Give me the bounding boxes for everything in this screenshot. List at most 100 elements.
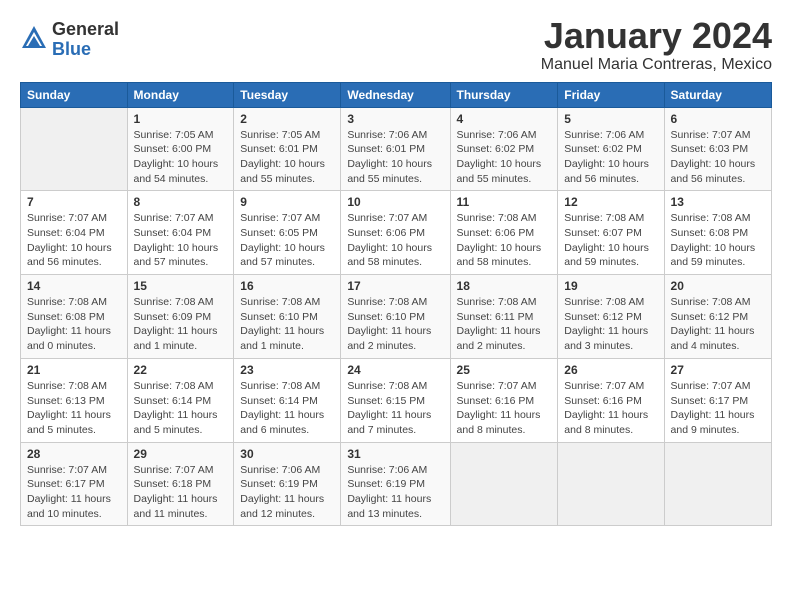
- day-number: 8: [134, 195, 228, 209]
- day-info: Sunrise: 7:07 AM Sunset: 6:17 PM Dayligh…: [27, 463, 121, 522]
- day-number: 10: [347, 195, 443, 209]
- title-area: January 2024 Manuel Maria Contreras, Mex…: [541, 16, 772, 74]
- day-info: Sunrise: 7:08 AM Sunset: 6:12 PM Dayligh…: [564, 295, 657, 354]
- day-cell: 1 Sunrise: 7:05 AM Sunset: 6:00 PM Daylig…: [127, 107, 234, 191]
- day-cell: [664, 442, 771, 526]
- day-info: Sunrise: 7:08 AM Sunset: 6:09 PM Dayligh…: [134, 295, 228, 354]
- day-cell: 26Sunrise: 7:07 AM Sunset: 6:16 PM Dayli…: [558, 358, 664, 442]
- header-day: Friday: [558, 82, 664, 107]
- day-info: Sunrise: 7:05 AM Sunset: 6:00 PM Dayligh…: [134, 128, 228, 187]
- day-info: Sunrise: 7:07 AM Sunset: 6:04 PM Dayligh…: [27, 211, 121, 270]
- logo: General Blue: [20, 20, 119, 60]
- day-number: 19: [564, 279, 657, 293]
- day-number: 1: [134, 112, 228, 126]
- day-cell: 23 Sunrise: 7:08 AM Sunset: 6:14 PM Dayli…: [234, 358, 341, 442]
- day-info: Sunrise: 7:08 AM Sunset: 6:11 PM Dayligh…: [457, 295, 552, 354]
- day-cell: 20 Sunrise: 7:08 AM Sunset: 6:12 PM Dayli…: [664, 275, 771, 359]
- day-number: 29: [134, 447, 228, 461]
- day-number: 6: [671, 112, 765, 126]
- day-info: Sunrise: 7:08 AM Sunset: 6:12 PM Dayligh…: [671, 295, 765, 354]
- day-cell: 15Sunrise: 7:08 AM Sunset: 6:09 PM Dayli…: [127, 275, 234, 359]
- day-number: 18: [457, 279, 552, 293]
- day-number: 9: [240, 195, 334, 209]
- day-info: Sunrise: 7:06 AM Sunset: 6:02 PM Dayligh…: [564, 128, 657, 187]
- page: General Blue January 2024 Manuel Maria C…: [0, 0, 792, 612]
- day-number: 31: [347, 447, 443, 461]
- week-row: 7 Sunrise: 7:07 AM Sunset: 6:04 PM Daylig…: [21, 191, 772, 275]
- day-cell: 7 Sunrise: 7:07 AM Sunset: 6:04 PM Daylig…: [21, 191, 128, 275]
- day-cell: 24 Sunrise: 7:08 AM Sunset: 6:15 PM Dayli…: [341, 358, 450, 442]
- day-cell: 3Sunrise: 7:06 AM Sunset: 6:01 PM Daylig…: [341, 107, 450, 191]
- day-number: 17: [347, 279, 443, 293]
- day-number: 25: [457, 363, 552, 377]
- day-info: Sunrise: 7:08 AM Sunset: 6:10 PM Dayligh…: [240, 295, 334, 354]
- location-title: Manuel Maria Contreras, Mexico: [541, 56, 772, 74]
- week-row: 21Sunrise: 7:08 AM Sunset: 6:13 PM Dayli…: [21, 358, 772, 442]
- day-number: 24: [347, 363, 443, 377]
- day-info: Sunrise: 7:07 AM Sunset: 6:06 PM Dayligh…: [347, 211, 443, 270]
- day-info: Sunrise: 7:08 AM Sunset: 6:13 PM Dayligh…: [27, 379, 121, 438]
- day-info: Sunrise: 7:08 AM Sunset: 6:08 PM Dayligh…: [27, 295, 121, 354]
- day-number: 26: [564, 363, 657, 377]
- day-cell: 27 Sunrise: 7:07 AM Sunset: 6:17 PM Dayli…: [664, 358, 771, 442]
- day-info: Sunrise: 7:08 AM Sunset: 6:08 PM Dayligh…: [671, 211, 765, 270]
- header-day: Wednesday: [341, 82, 450, 107]
- day-info: Sunrise: 7:08 AM Sunset: 6:07 PM Dayligh…: [564, 211, 657, 270]
- day-number: 2: [240, 112, 334, 126]
- day-cell: [558, 442, 664, 526]
- day-cell: 4 Sunrise: 7:06 AM Sunset: 6:02 PM Daylig…: [450, 107, 558, 191]
- day-cell: 8 Sunrise: 7:07 AM Sunset: 6:04 PM Daylig…: [127, 191, 234, 275]
- header-row: SundayMondayTuesdayWednesdayThursdayFrid…: [21, 82, 772, 107]
- day-number: 22: [134, 363, 228, 377]
- day-cell: 28 Sunrise: 7:07 AM Sunset: 6:17 PM Dayli…: [21, 442, 128, 526]
- day-info: Sunrise: 7:06 AM Sunset: 6:19 PM Dayligh…: [240, 463, 334, 522]
- day-number: 27: [671, 363, 765, 377]
- header-day: Tuesday: [234, 82, 341, 107]
- logo-text: General Blue: [52, 20, 119, 60]
- day-number: 4: [457, 112, 552, 126]
- day-info: Sunrise: 7:08 AM Sunset: 6:14 PM Dayligh…: [240, 379, 334, 438]
- day-number: 7: [27, 195, 121, 209]
- day-info: Sunrise: 7:06 AM Sunset: 6:19 PM Dayligh…: [347, 463, 443, 522]
- day-cell: 16Sunrise: 7:08 AM Sunset: 6:10 PM Dayli…: [234, 275, 341, 359]
- day-number: 23: [240, 363, 334, 377]
- logo-icon: [20, 24, 48, 52]
- day-cell: 9 Sunrise: 7:07 AM Sunset: 6:05 PM Daylig…: [234, 191, 341, 275]
- day-number: 20: [671, 279, 765, 293]
- day-info: Sunrise: 7:06 AM Sunset: 6:02 PM Dayligh…: [457, 128, 552, 187]
- day-number: 28: [27, 447, 121, 461]
- day-number: 14: [27, 279, 121, 293]
- day-cell: 29Sunrise: 7:07 AM Sunset: 6:18 PM Dayli…: [127, 442, 234, 526]
- day-cell: 18 Sunrise: 7:08 AM Sunset: 6:11 PM Dayli…: [450, 275, 558, 359]
- day-cell: 31 Sunrise: 7:06 AM Sunset: 6:19 PM Dayli…: [341, 442, 450, 526]
- day-cell: 19 Sunrise: 7:08 AM Sunset: 6:12 PM Dayli…: [558, 275, 664, 359]
- day-number: 11: [457, 195, 552, 209]
- month-title: January 2024: [541, 16, 772, 56]
- day-number: 13: [671, 195, 765, 209]
- week-row: 14 Sunrise: 7:08 AM Sunset: 6:08 PM Dayli…: [21, 275, 772, 359]
- day-info: Sunrise: 7:08 AM Sunset: 6:15 PM Dayligh…: [347, 379, 443, 438]
- day-cell: 11 Sunrise: 7:08 AM Sunset: 6:06 PM Dayli…: [450, 191, 558, 275]
- header-day: Thursday: [450, 82, 558, 107]
- day-cell: 25 Sunrise: 7:07 AM Sunset: 6:16 PM Dayli…: [450, 358, 558, 442]
- logo-general: General: [52, 20, 119, 40]
- week-row: 1 Sunrise: 7:05 AM Sunset: 6:00 PM Daylig…: [21, 107, 772, 191]
- header: General Blue January 2024 Manuel Maria C…: [20, 16, 772, 74]
- day-cell: 30Sunrise: 7:06 AM Sunset: 6:19 PM Dayli…: [234, 442, 341, 526]
- day-info: Sunrise: 7:08 AM Sunset: 6:10 PM Dayligh…: [347, 295, 443, 354]
- day-number: 3: [347, 112, 443, 126]
- day-info: Sunrise: 7:07 AM Sunset: 6:16 PM Dayligh…: [457, 379, 552, 438]
- day-info: Sunrise: 7:08 AM Sunset: 6:14 PM Dayligh…: [134, 379, 228, 438]
- day-cell: 21Sunrise: 7:08 AM Sunset: 6:13 PM Dayli…: [21, 358, 128, 442]
- day-info: Sunrise: 7:07 AM Sunset: 6:04 PM Dayligh…: [134, 211, 228, 270]
- day-cell: [21, 107, 128, 191]
- day-cell: 5Sunrise: 7:06 AM Sunset: 6:02 PM Daylig…: [558, 107, 664, 191]
- day-cell: 22 Sunrise: 7:08 AM Sunset: 6:14 PM Dayli…: [127, 358, 234, 442]
- day-cell: 2 Sunrise: 7:05 AM Sunset: 6:01 PM Daylig…: [234, 107, 341, 191]
- day-cell: 12Sunrise: 7:08 AM Sunset: 6:07 PM Dayli…: [558, 191, 664, 275]
- day-cell: 13 Sunrise: 7:08 AM Sunset: 6:08 PM Dayli…: [664, 191, 771, 275]
- day-info: Sunrise: 7:05 AM Sunset: 6:01 PM Dayligh…: [240, 128, 334, 187]
- day-info: Sunrise: 7:07 AM Sunset: 6:05 PM Dayligh…: [240, 211, 334, 270]
- day-info: Sunrise: 7:08 AM Sunset: 6:06 PM Dayligh…: [457, 211, 552, 270]
- day-info: Sunrise: 7:07 AM Sunset: 6:17 PM Dayligh…: [671, 379, 765, 438]
